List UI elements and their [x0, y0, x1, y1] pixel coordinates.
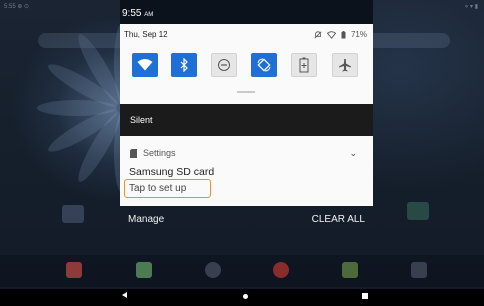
chrome-icon[interactable] [136, 262, 152, 278]
shade-actions: Manage CLEAR ALL [120, 206, 373, 234]
shade-clock: 9:55 AM [122, 8, 153, 19]
home-app-icon[interactable] [62, 205, 84, 223]
battery-saver-tile[interactable] [291, 53, 317, 77]
bluetooth-tile[interactable] [171, 53, 197, 77]
tap-to-set-up-highlight[interactable]: Tap to set up [124, 179, 211, 198]
play-store-icon[interactable] [407, 202, 429, 220]
status-bar-right: ⋄ ▾ ▮ [464, 4, 478, 10]
navigation-bar [0, 289, 484, 306]
notification-app-name: Settings [143, 148, 176, 158]
home-icon[interactable] [243, 294, 248, 299]
youtube-icon[interactable] [273, 262, 289, 278]
gallery-icon[interactable] [342, 262, 358, 278]
date-label[interactable]: Thu, Sep 12 [124, 30, 168, 39]
clock-ampm: AM [144, 12, 154, 18]
gmail-icon[interactable] [66, 262, 82, 278]
alarm-off-icon [314, 30, 322, 38]
clear-all-button[interactable]: CLEAR ALL [312, 214, 365, 225]
battery-percent: 71% [350, 30, 367, 39]
clock-time: 9:55 [122, 8, 142, 19]
status-bar-left: 5:55 ⊕ ⊙ [4, 4, 30, 10]
silent-section-header: Silent [120, 104, 373, 136]
settings-gear-icon[interactable] [205, 262, 221, 278]
quick-settings-panel: Thu, Sep 12 71% [120, 24, 373, 104]
battery-saver-icon [299, 57, 309, 73]
manage-button[interactable]: Manage [128, 214, 164, 225]
notification-title: Samsung SD card [129, 166, 215, 178]
wifi-icon [137, 59, 153, 71]
notification-text[interactable]: Tap to set up [129, 183, 186, 194]
shade-header [120, 0, 373, 24]
notification-header: Settings [130, 148, 176, 158]
wifi-status-icon [326, 30, 336, 39]
rotate-icon [257, 58, 271, 72]
back-icon[interactable] [122, 292, 127, 298]
auto-rotate-tile[interactable] [251, 53, 277, 77]
recents-icon[interactable] [362, 293, 368, 299]
silent-label: Silent [130, 115, 153, 125]
qs-status-icons: 71% [314, 30, 367, 39]
camera-icon[interactable] [411, 262, 427, 278]
bluetooth-icon [180, 58, 188, 72]
chevron-down-icon[interactable]: ⌄ [349, 148, 357, 159]
airplane-mode-tile[interactable] [332, 53, 358, 77]
airplane-icon [339, 59, 351, 72]
sd-card-icon [130, 148, 137, 158]
do-not-disturb-tile[interactable] [211, 53, 237, 77]
wifi-tile[interactable] [132, 53, 158, 77]
dnd-icon [218, 59, 230, 71]
battery-icon [341, 30, 346, 38]
sd-card-notification[interactable]: Settings ⌄ Samsung SD card Tap to set up [120, 136, 373, 206]
shade-drag-handle[interactable] [237, 91, 255, 93]
